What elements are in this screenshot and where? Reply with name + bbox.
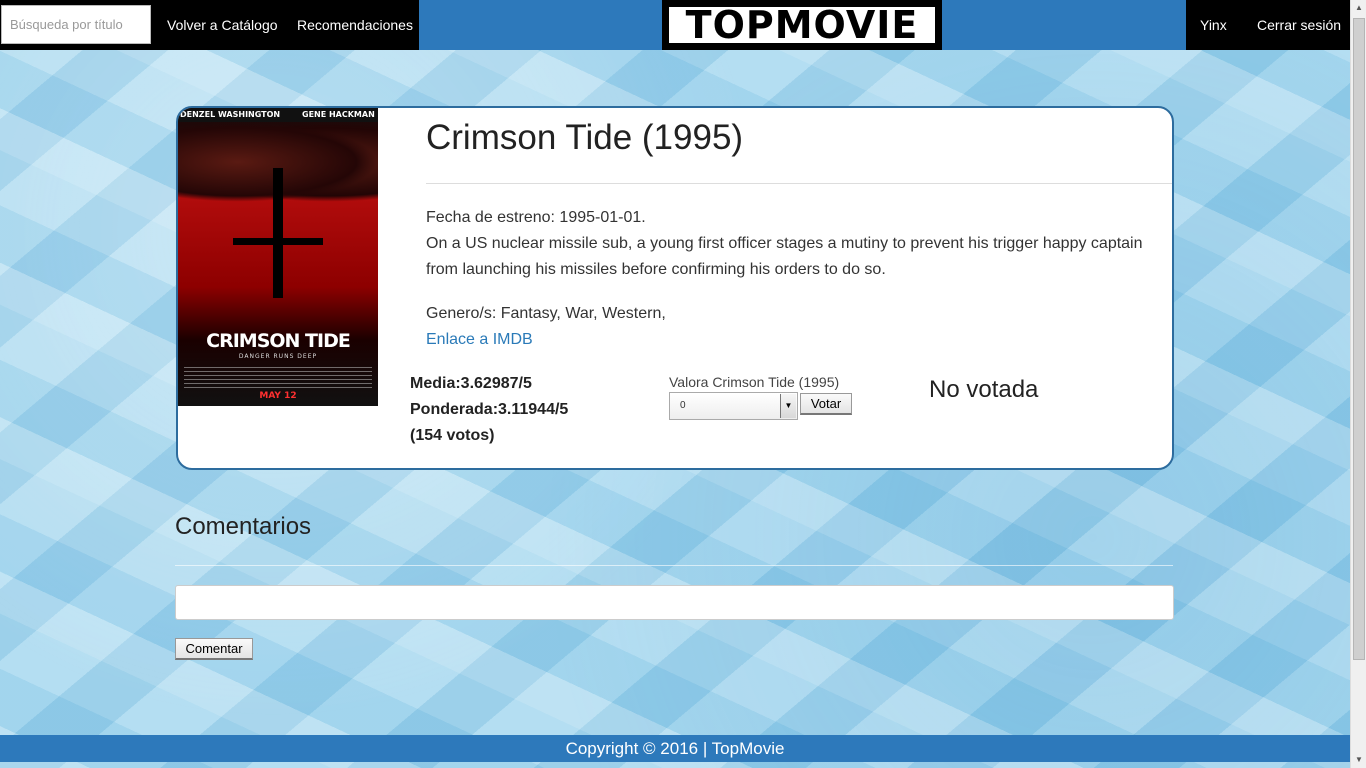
comment-submit-button[interactable]: Comentar bbox=[175, 638, 253, 660]
logout-link[interactable]: Cerrar sesión bbox=[1257, 0, 1341, 50]
poster-cast-strip: DENZEL WASHINGTON GENE HACKMAN bbox=[178, 108, 378, 122]
rating-stats: Media:3.62987/5 Ponderada:3.11944/5 (154… bbox=[410, 371, 568, 449]
movie-info: Fecha de estreno: 1995-01-01. On a US nu… bbox=[426, 205, 1166, 283]
logo[interactable]: TOPMOVIE bbox=[662, 0, 942, 50]
nav-right-group: Yinx Cerrar sesión bbox=[1186, 0, 1350, 50]
vote-count: (154 votos) bbox=[410, 427, 495, 444]
comments-divider bbox=[175, 565, 1173, 566]
nav-left-group: Volver a Catálogo Recomendaciones bbox=[0, 0, 419, 50]
poster-credits bbox=[184, 366, 372, 388]
catalog-link[interactable]: Volver a Catálogo bbox=[167, 0, 278, 50]
scroll-thumb[interactable] bbox=[1353, 18, 1365, 660]
rate-label: Valora Crimson Tide (1995) bbox=[669, 374, 840, 390]
movie-title: Crimson Tide (1995) bbox=[426, 118, 744, 157]
poster-title: CRIMSON TIDE bbox=[206, 330, 351, 352]
navbar: Volver a Catálogo Recomendaciones TOPMOV… bbox=[0, 0, 1350, 50]
poster-actor-right: GENE HACKMAN bbox=[302, 110, 375, 119]
movie-card: DENZEL WASHINGTON GENE HACKMAN CRIMSON T… bbox=[176, 106, 1174, 470]
submarine-planes-shape bbox=[233, 238, 323, 245]
weighted-rating: Ponderada:3.11944/5 bbox=[410, 401, 569, 418]
title-divider bbox=[426, 183, 1172, 184]
poster-date: MAY 12 bbox=[259, 391, 297, 401]
scroll-up-icon[interactable]: ▲ bbox=[1351, 0, 1366, 16]
average-rating: Media:3.62987/5 bbox=[410, 375, 532, 392]
submarine-tower-shape bbox=[273, 168, 283, 298]
genres: Genero/s: Fantasy, War, Western, bbox=[426, 305, 666, 322]
synopsis: On a US nuclear missile sub, a young fir… bbox=[426, 235, 1143, 278]
footer: Copyright © 2016 | TopMovie bbox=[0, 735, 1350, 762]
rating-select[interactable]: 0 ▼ bbox=[669, 392, 798, 420]
movie-poster: DENZEL WASHINGTON GENE HACKMAN CRIMSON T… bbox=[178, 108, 378, 406]
poster-tagline: DANGER RUNS DEEP bbox=[238, 353, 318, 360]
vote-status: No votada bbox=[929, 376, 1039, 403]
imdb-link[interactable]: Enlace a IMDB bbox=[426, 327, 533, 353]
comment-input[interactable] bbox=[175, 585, 1174, 620]
recommendations-link[interactable]: Recomendaciones bbox=[297, 0, 413, 50]
vote-button[interactable]: Votar bbox=[800, 393, 852, 415]
comments-heading: Comentarios bbox=[175, 513, 312, 540]
release-date: Fecha de estreno: 1995-01-01. bbox=[426, 209, 646, 226]
page-scrollbar[interactable]: ▲ ▼ bbox=[1350, 0, 1366, 768]
logo-text: TOPMOVIE bbox=[669, 7, 935, 43]
user-link[interactable]: Yinx bbox=[1200, 0, 1227, 50]
search-input[interactable] bbox=[1, 5, 151, 44]
poster-actor-left: DENZEL WASHINGTON bbox=[180, 110, 281, 119]
scroll-down-icon[interactable]: ▼ bbox=[1351, 752, 1366, 768]
rating-select-value: 0 bbox=[680, 400, 686, 411]
copyright-text: Copyright © 2016 | TopMovie bbox=[565, 739, 785, 758]
chevron-down-icon[interactable]: ▼ bbox=[780, 394, 796, 418]
